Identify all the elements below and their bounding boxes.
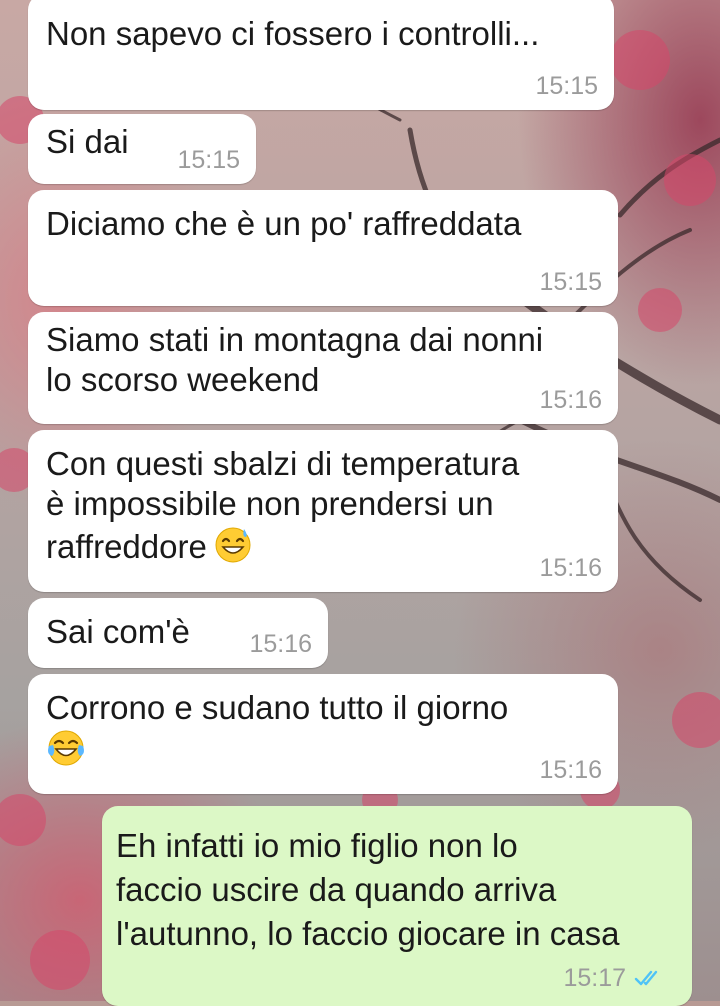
tears-of-joy-emoji <box>48 730 84 766</box>
incoming-message[interactable]: Si dai 15:15 <box>28 114 256 184</box>
message-text: Siamo stati in montagna dai nonni lo sco… <box>46 321 544 398</box>
incoming-message[interactable]: Siamo stati in montagna dai nonni lo sco… <box>28 312 618 424</box>
message-text: Con questi sbalzi di temperatura è impos… <box>46 445 520 565</box>
message-text: Diciamo che è un po' raffreddata <box>46 205 522 242</box>
message-time: 15:15 <box>177 146 240 174</box>
chat-conversation[interactable]: Non sapevo ci fossero i controlli... 15:… <box>0 0 720 1006</box>
message-time: 15:16 <box>539 554 602 582</box>
incoming-message[interactable]: Corrono e sudano tutto il giorno 15:16 <box>28 674 618 794</box>
incoming-message[interactable]: Diciamo che è un po' raffreddata 15:15 <box>28 190 618 306</box>
message-text: Non sapevo ci fossero i controlli... <box>46 15 540 52</box>
message-text: Eh infatti io mio figlio non lo faccio u… <box>116 827 620 952</box>
message-time: 15:16 <box>539 386 602 414</box>
message-time: 15:15 <box>539 268 602 296</box>
message-text: Corrono e sudano tutto il giorno <box>46 689 509 726</box>
incoming-message[interactable]: Sai com'è 15:16 <box>28 598 328 668</box>
message-meta: 15:17 <box>563 964 664 992</box>
message-time: 15:17 <box>563 964 626 992</box>
outgoing-message[interactable]: Eh infatti io mio figlio non lo faccio u… <box>102 806 692 1006</box>
message-time: 15:16 <box>539 756 602 784</box>
incoming-message[interactable]: Non sapevo ci fossero i controlli... 15:… <box>28 0 614 110</box>
message-time: 15:16 <box>249 630 312 658</box>
read-double-check-icon <box>634 970 658 986</box>
message-time: 15:15 <box>535 72 598 100</box>
grinning-sweat-emoji <box>215 527 251 563</box>
incoming-message[interactable]: Con questi sbalzi di temperatura è impos… <box>28 430 618 592</box>
